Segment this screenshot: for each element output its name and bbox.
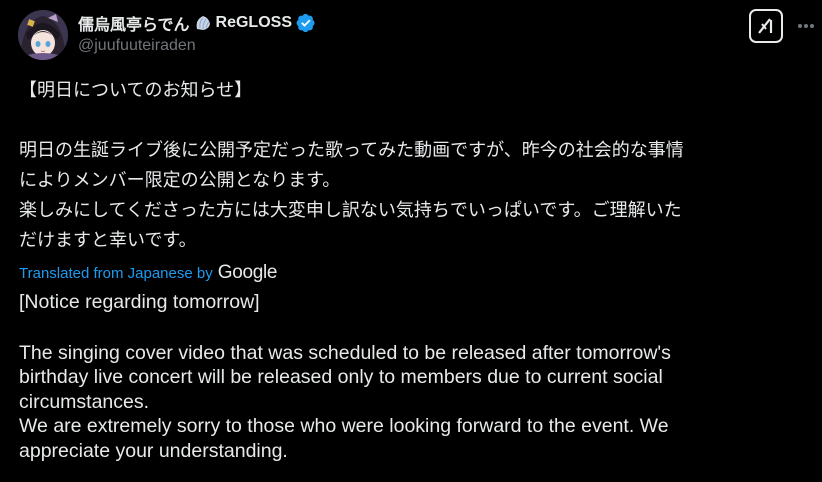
more-options-button[interactable] — [796, 15, 816, 37]
translated-line: We are extremely sorry to those who were… — [19, 415, 669, 437]
translated-line: appreciate your understanding. — [19, 439, 288, 462]
translated-line: circumstances. — [19, 390, 150, 413]
original-line: 楽しみにしてくださった方には大変申し訳ない気持ちでいっぱいです。ご理解いた — [19, 200, 682, 221]
translated-line: The singing cover video that was schedul… — [19, 341, 671, 364]
avatar[interactable] — [18, 10, 68, 60]
name-row: 儒烏風亭らでん ReGLOSS — [78, 12, 722, 34]
avatar-image — [18, 10, 68, 60]
grok-icon — [758, 18, 773, 34]
user-handle[interactable]: @juufuuteiraden — [78, 37, 722, 57]
group-name[interactable]: ReGLOSS — [216, 14, 292, 32]
translated-line: birthday live concert will be released o… — [19, 366, 663, 388]
post-original-text: 【明日についてのお知らせ】 明日の生誕ライブ後に公開予定だった歌ってみた動画です… — [19, 76, 819, 256]
grok-button[interactable] — [749, 9, 783, 43]
original-line: 【明日についてのお知らせ】 — [19, 80, 253, 101]
verified-badge-icon — [296, 13, 316, 33]
original-line: 明日の生誕ライブ後に公開予定だった歌ってみた動画ですが、昨今の社会的な事情 — [19, 140, 684, 161]
more-horizontal-icon — [798, 24, 814, 28]
translation-attribution[interactable]: Translated from Japanese by Google — [19, 261, 277, 285]
display-name[interactable]: 儒烏風亭らでん — [78, 11, 190, 35]
original-line: だけますと幸いです。 — [19, 230, 197, 251]
translated-line: [Notice regarding tomorrow] — [19, 291, 260, 313]
translation-label[interactable]: Translated from Japanese by — [19, 265, 213, 282]
shell-icon — [194, 14, 212, 32]
original-blank-line — [19, 106, 819, 136]
post-header: 儒烏風亭らでん ReGLOSS @juufuuteiraden — [78, 12, 722, 57]
post-translated-text: [Notice regarding tomorrow] The singing … — [19, 290, 809, 463]
original-line: によりメンバー限定の公開となります。 — [19, 170, 341, 191]
tweet: 儒烏風亭らでん ReGLOSS @juufuuteiraden 【明日についての… — [0, 0, 822, 482]
translated-blank-line — [19, 315, 809, 341]
google-logo: Google — [217, 262, 278, 283]
